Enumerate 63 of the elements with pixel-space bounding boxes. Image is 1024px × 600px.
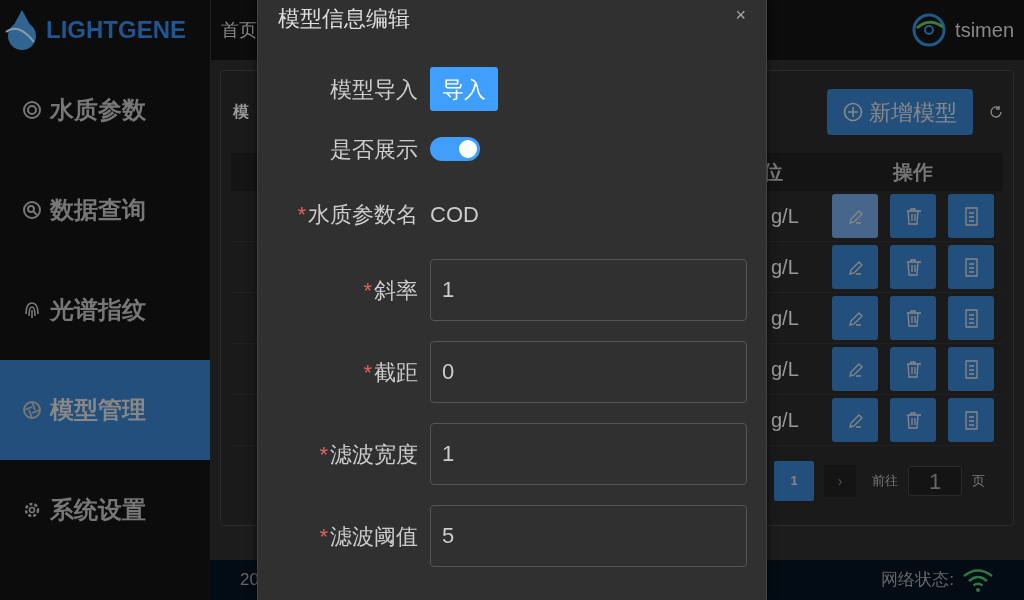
goto-label: 前往 <box>872 472 898 491</box>
details-button[interactable] <box>948 347 994 391</box>
details-button[interactable] <box>948 245 994 289</box>
details-button[interactable] <box>948 194 994 238</box>
edit-button[interactable] <box>832 347 878 391</box>
field-value: COD <box>430 200 479 229</box>
edit-button[interactable] <box>832 194 878 238</box>
column-header: 操作 <box>891 160 934 185</box>
fingerprint-icon <box>22 300 42 320</box>
page-number-field[interactable]: 1 <box>908 466 962 496</box>
required-asterisk: * <box>319 440 328 469</box>
edit-button[interactable] <box>832 245 878 289</box>
text-input-field[interactable]: 1 <box>430 423 747 485</box>
page-button[interactable]: 1 <box>774 461 814 501</box>
aperture-icon <box>22 400 42 420</box>
delete-button[interactable] <box>890 398 936 442</box>
delete-button[interactable] <box>890 296 936 340</box>
field-label: 滤波宽度 <box>330 440 418 469</box>
breadcrumb-link[interactable]: 首页 <box>221 16 257 44</box>
table-cell-text: g/L <box>771 255 800 280</box>
field-label: 是否展示 <box>330 135 418 164</box>
text-input-field[interactable]: 5 <box>430 505 747 567</box>
refresh-icon[interactable] <box>989 105 1003 119</box>
required-asterisk: * <box>297 200 306 229</box>
edit-button[interactable] <box>832 398 878 442</box>
add-model-button[interactable]: 新增模型 <box>827 89 973 135</box>
table-cell-text: g/L <box>771 357 800 382</box>
required-asterisk: * <box>363 276 372 305</box>
table-cell-text: g/L <box>771 204 800 229</box>
wifi-icon <box>962 568 994 592</box>
settings-icon <box>22 500 42 520</box>
details-button[interactable] <box>948 398 994 442</box>
delete-button[interactable] <box>890 245 936 289</box>
panel-title: 模 <box>233 102 249 122</box>
text-input-field[interactable]: 0 <box>430 341 747 403</box>
table-cell-text: g/L <box>771 306 800 331</box>
field-label: 滤波阈值 <box>330 522 418 551</box>
details-button[interactable] <box>948 296 994 340</box>
import-button[interactable]: 导入 <box>430 67 498 111</box>
sidebar-item[interactable]: 模型管理 <box>0 360 210 460</box>
field-label: 水质参数名 <box>308 200 418 229</box>
text-input-field[interactable]: 1 <box>430 259 747 321</box>
field-label: 截距 <box>374 358 418 387</box>
network-status-label: 网络状态: <box>881 569 954 592</box>
field-label: 斜率 <box>374 276 418 305</box>
ring-icon <box>22 100 42 120</box>
delete-button[interactable] <box>890 194 936 238</box>
logo-text: LIGHTGENE <box>46 15 186 45</box>
table-cell-text: g/L <box>771 408 800 433</box>
delete-button[interactable] <box>890 347 936 391</box>
user-name[interactable]: tsimen <box>955 15 1014 45</box>
required-asterisk: * <box>363 358 372 387</box>
search-icon <box>22 200 42 220</box>
eye-logo-icon <box>911 13 948 47</box>
required-asterisk: * <box>319 522 328 551</box>
close-button[interactable]: × <box>735 6 746 24</box>
next-page-button[interactable]: › <box>824 465 856 497</box>
toggle-switch[interactable] <box>430 137 480 161</box>
field-label: 模型导入 <box>330 75 418 104</box>
plus-circle-icon <box>843 102 863 122</box>
edit-button[interactable] <box>832 296 878 340</box>
dialog-title: 模型信息编辑 <box>278 5 410 33</box>
page-unit-label: 页 <box>972 472 985 491</box>
